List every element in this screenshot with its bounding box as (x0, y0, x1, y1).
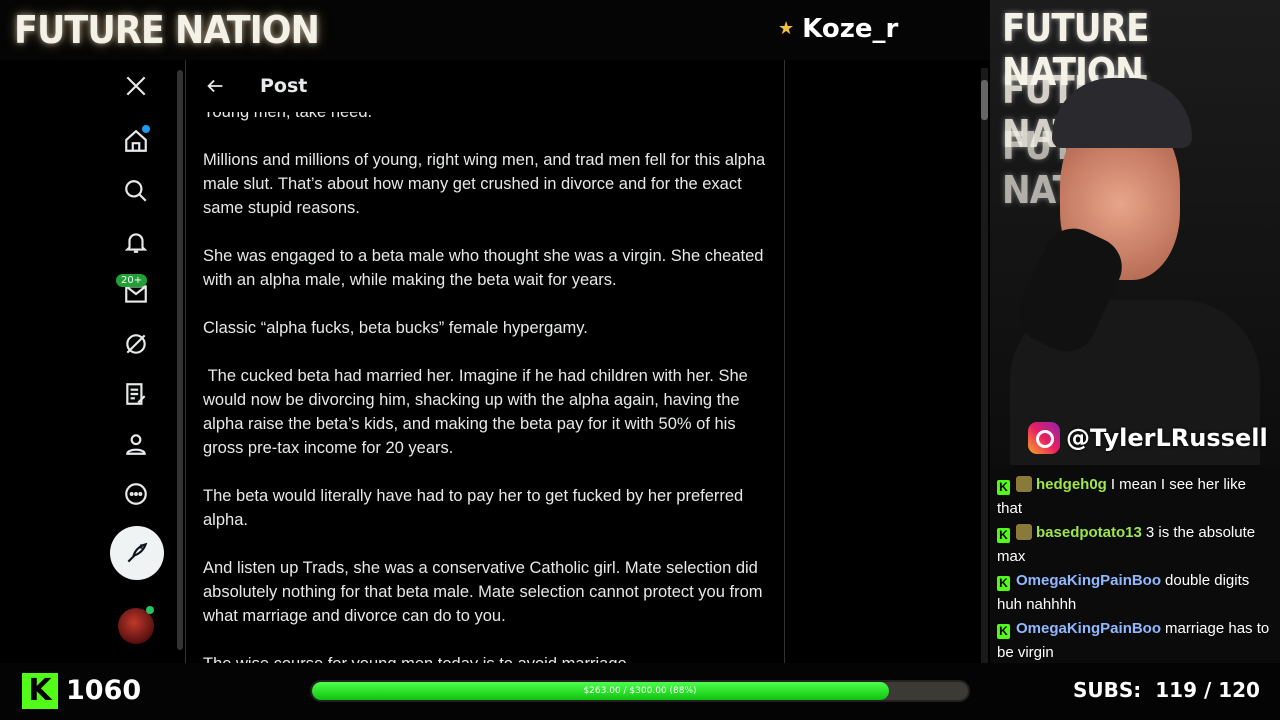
grok-icon[interactable] (120, 328, 152, 360)
home-notification-dot (142, 125, 150, 133)
badge-emote-icon (1016, 524, 1032, 540)
kick-badge-icon: K (997, 528, 1010, 543)
chat-username[interactable]: OmegaKingPainBoo (1016, 572, 1161, 589)
stream-bottom-bar: K 1060 $263.00 / $300.00 (88%) SUBS: 119… (0, 663, 1280, 720)
messages-badge: 20+ (116, 274, 148, 287)
chat-username[interactable]: basedpotato13 (1036, 524, 1142, 541)
post-paragraph: Millions and millions of young, right wi… (203, 151, 770, 217)
post-header: Post (186, 60, 784, 112)
instagram-icon (1028, 422, 1060, 454)
post-paragraph: She was engaged to a beta male who thoug… (203, 247, 769, 289)
stream-logo: FUTURE NATION (14, 8, 320, 52)
kick-logo-icon: K (22, 673, 58, 709)
star-icon: ★ (778, 18, 795, 39)
chat-username[interactable]: OmegaKingPainBoo (1016, 620, 1161, 637)
donation-goal-label: $263.00 / $300.00 (88%) (583, 686, 697, 696)
badge-emote-icon (1016, 476, 1032, 492)
kick-badge-icon: K (997, 624, 1010, 639)
post-column: Young men, take heed. Millions and milli… (185, 60, 785, 663)
chat-message: K OmegaKingPainBoo double digits huh nahhh… (997, 569, 1272, 617)
chat-text: I mean I see her like that (997, 476, 1246, 517)
subs-counter: SUBS: 119 / 120 (1073, 678, 1260, 702)
more-icon[interactable] (120, 478, 152, 510)
subs-value: 119 / 120 (1155, 678, 1260, 702)
chat-username[interactable]: hedgeh0g (1036, 476, 1107, 493)
lists-icon[interactable] (120, 378, 152, 410)
back-arrow-icon[interactable] (204, 75, 226, 97)
x-window: 20+ Young men, take heed. Millions and m… (0, 60, 990, 663)
kick-badge-icon: K (997, 576, 1010, 591)
scrollbar-thumb[interactable] (981, 80, 988, 120)
page-scrollbar[interactable] (981, 68, 988, 663)
streamer-name: ★ Koze_r (778, 14, 898, 44)
donation-goal-bar: $263.00 / $300.00 (88%) (310, 680, 970, 702)
post-paragraph: The cucked beta had married her. Imagine… (203, 367, 753, 457)
streamer-name-label: Koze_r (802, 14, 899, 44)
chat-message: Kbasedpotato13 3 is the absolute max (997, 521, 1272, 569)
page-title: Post (260, 75, 308, 97)
x-sidebar: 20+ (0, 60, 183, 663)
profile-icon[interactable] (120, 428, 152, 460)
instagram-tag: @TylerLRussell (1028, 422, 1268, 454)
x-logo-icon[interactable] (120, 70, 152, 102)
kick-badge-icon: K (997, 480, 1010, 495)
post-paragraph: The beta would literally have had to pay… (203, 487, 748, 529)
post-paragraph: And listen up Trads, she was a conservat… (203, 559, 768, 625)
bell-icon[interactable] (120, 226, 152, 258)
subs-label: SUBS: (1073, 678, 1142, 702)
chat-message: Khedgeh0g I mean I see her like that (997, 473, 1272, 521)
post-paragraph: Classic “alpha fucks, beta bucks” female… (203, 319, 588, 337)
online-status-dot (146, 606, 154, 614)
compose-post-button[interactable] (110, 526, 164, 580)
follower-count: 1060 (66, 675, 142, 706)
stream-top-bar: FUTURE NATION ★ Koze_r (0, 0, 990, 60)
post-paragraph: The wise course for young men today is t… (203, 652, 773, 663)
feather-pen-icon (127, 542, 148, 563)
post-text: Young men, take heed. Millions and milli… (203, 100, 773, 663)
stream-chat: Khedgeh0g I mean I see her like that Kbas… (990, 465, 1280, 663)
search-icon[interactable] (120, 175, 152, 207)
webcam-feed: FUTURE NATION FUTURE NATION FUTURE NATIO… (990, 0, 1280, 465)
chat-message: K OmegaKingPainBoo marriage has to be virg… (997, 617, 1272, 665)
instagram-handle: @TylerLRussell (1066, 424, 1268, 452)
sidebar-scrollbar[interactable] (177, 70, 183, 650)
